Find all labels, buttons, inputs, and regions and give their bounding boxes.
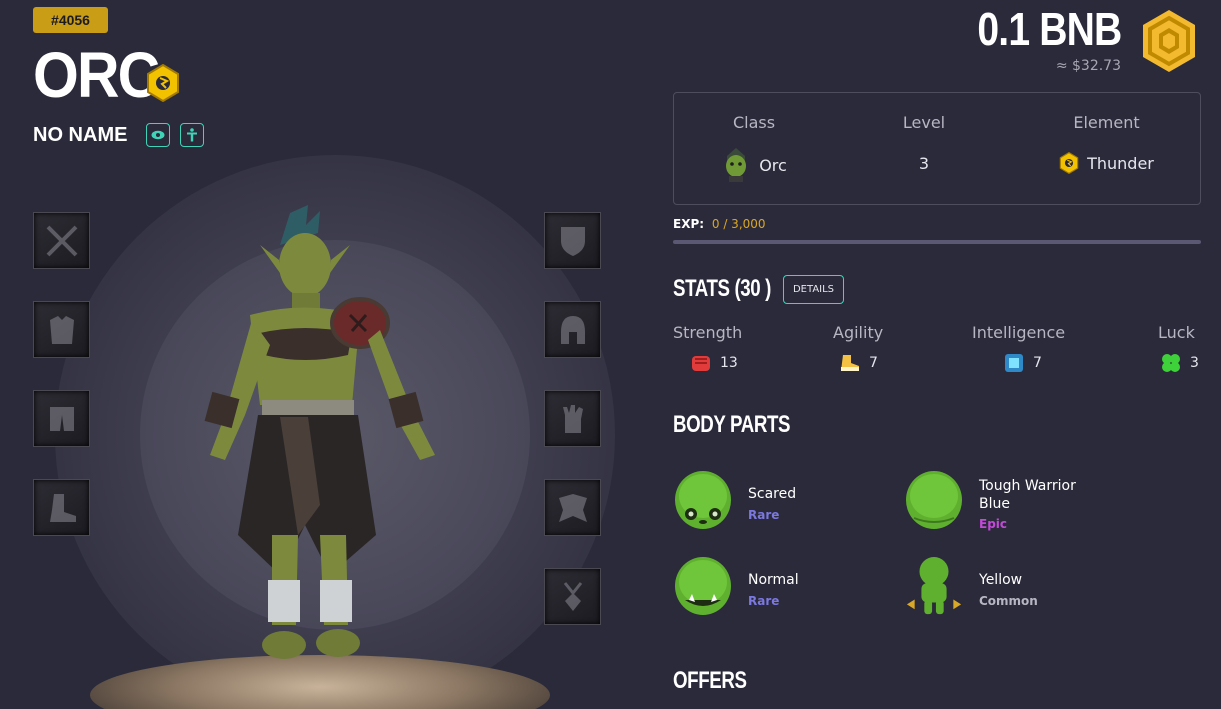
class-info: Class Orc (704, 93, 804, 182)
orc-head-eyes-icon (675, 471, 731, 529)
level-value: 3 (918, 154, 930, 173)
helmet-slot-icon (560, 315, 585, 344)
body-part-rarity: Rare (748, 508, 780, 522)
thunder-element-icon (1059, 152, 1079, 174)
body-part-name: Tough Warrior Blue (979, 478, 1076, 512)
level-info: Level 3 (874, 93, 974, 173)
weapon-slot-icon (46, 225, 77, 256)
stat-strength: Strength 13 (673, 323, 743, 371)
shield-slot[interactable] (544, 212, 601, 269)
body-part-skin[interactable]: Yellow Common (904, 556, 1104, 618)
amulet-slot[interactable] (544, 568, 601, 625)
level-label: Level (902, 113, 946, 132)
hero-info-panel: Class Orc Level 3 Element Thunder (673, 92, 1201, 205)
thunder-element-icon (147, 64, 179, 102)
body-part-name: Normal (748, 572, 799, 588)
helmet-slot[interactable] (544, 301, 601, 358)
boots-slot-icon (49, 493, 76, 522)
clover-icon (1162, 354, 1180, 372)
stat-value: 13 (720, 355, 738, 371)
exp-value: 0 / 3,000 (711, 217, 766, 231)
cape-slot[interactable] (544, 479, 601, 536)
orc-character-image (204, 205, 435, 659)
body-part-rarity: Common (979, 594, 1038, 608)
person-icon (187, 128, 197, 142)
stats-title: STATS (30 ) (673, 275, 771, 302)
element-value: Thunder (1087, 153, 1154, 173)
cape-slot-icon (558, 493, 587, 522)
exp-label: EXP: (673, 217, 705, 231)
offers-title: OFFERS (673, 667, 747, 694)
details-button[interactable]: DETAILS (783, 275, 844, 304)
view-button[interactable] (146, 123, 170, 147)
bnb-logo-icon (1143, 10, 1195, 72)
body-part-rarity: Rare (748, 594, 780, 608)
class-label: Class (732, 113, 776, 132)
hero-name: ORC (33, 39, 160, 111)
element-label: Element (1073, 113, 1140, 132)
stat-value: 7 (869, 355, 878, 371)
body-part-head[interactable]: Tough Warrior Blue Epic (904, 470, 1104, 532)
stat-intelligence: Intelligence 7 (972, 323, 1066, 372)
element-info: Element Thunder (1044, 93, 1169, 174)
boot-icon (841, 355, 859, 371)
exp-row: EXP: 0 / 3,000 (673, 217, 766, 231)
stat-luck: Luck 3 (1158, 323, 1199, 372)
stat-name: Agility (833, 323, 884, 342)
body-part-eyes[interactable]: Scared Rare (673, 470, 873, 532)
orc-head-mouth-icon (675, 557, 731, 615)
pants-slot-icon (49, 406, 74, 431)
body-part-rarity: Epic (979, 517, 1008, 531)
body-view-button[interactable] (180, 123, 204, 147)
stat-value: 3 (1190, 355, 1199, 371)
stat-value: 7 (1033, 355, 1042, 371)
fist-icon (692, 356, 710, 371)
exp-progress-bar (673, 240, 1201, 244)
gem-icon (1005, 354, 1023, 372)
price-amount: 0.1 BNB (977, 3, 1122, 55)
shield-slot-icon (560, 226, 585, 256)
weapon-slot[interactable] (33, 212, 90, 269)
amulet-slot-icon (563, 581, 582, 611)
body-part-name: Yellow (979, 572, 1023, 588)
stat-name: Luck (1158, 323, 1195, 342)
pants-slot[interactable] (33, 390, 90, 447)
gloves-slot-icon (562, 404, 583, 433)
hero-id-badge: #4056 (33, 7, 108, 33)
body-part-mouth[interactable]: Normal Rare (673, 556, 873, 618)
stat-name: Intelligence (972, 323, 1066, 342)
boots-slot[interactable] (33, 479, 90, 536)
price-usd: ≈ $32.73 (1055, 58, 1121, 74)
stat-name: Strength (673, 323, 743, 342)
hero-nickname: NO NAME (33, 124, 128, 146)
armor-slot[interactable] (33, 301, 90, 358)
orc-class-icon (726, 148, 747, 182)
orc-head-icon (906, 471, 962, 529)
body-part-name: Scared (748, 486, 797, 502)
armor-slot-icon (49, 315, 74, 344)
orc-body-icon (906, 556, 962, 615)
gloves-slot[interactable] (544, 390, 601, 447)
class-value: Orc (759, 155, 787, 175)
eye-icon (151, 130, 165, 140)
body-parts-title: BODY PARTS (673, 411, 791, 438)
stat-agility: Agility 7 (833, 323, 884, 371)
